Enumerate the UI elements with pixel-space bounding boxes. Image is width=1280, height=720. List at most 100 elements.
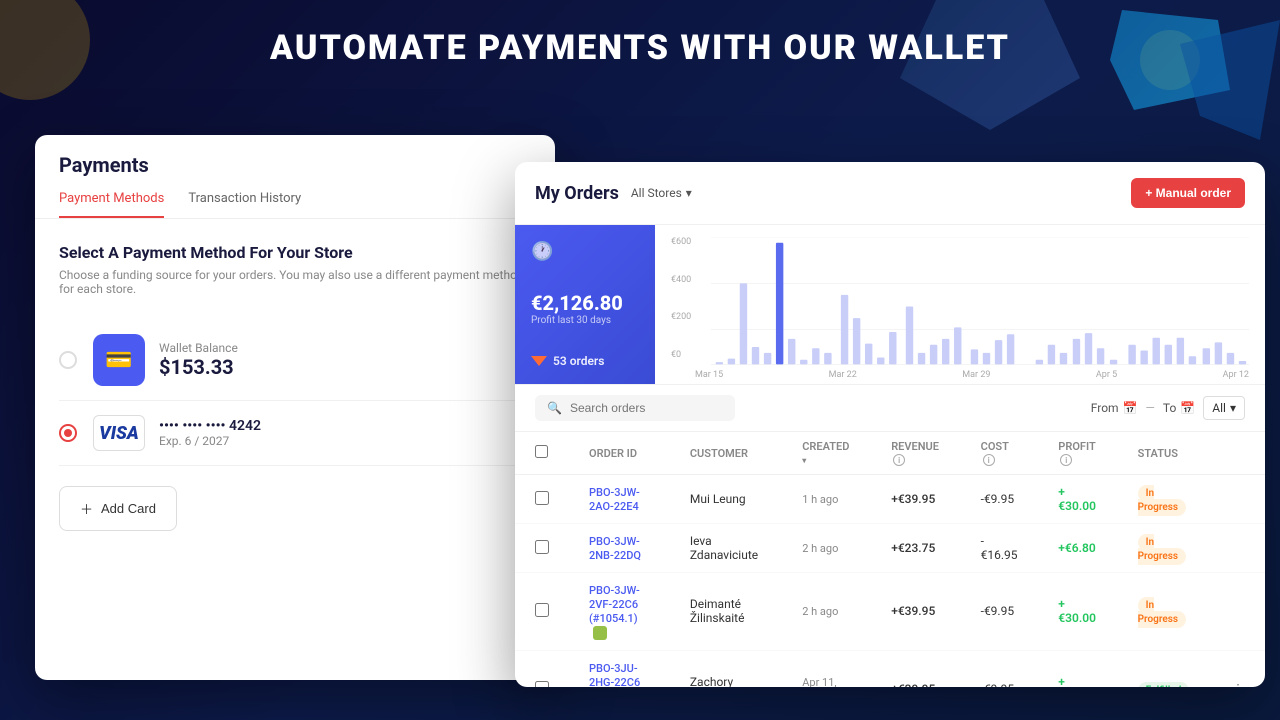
search-icon: 🔍 [547,401,562,415]
stats-card: 🕐 €2,126.80 Profit last 30 days 53 order… [515,225,655,384]
created-time: 2 h ago [802,542,838,555]
row-checkbox[interactable] [535,540,549,554]
add-card-label: Add Card [101,501,156,516]
store-selector[interactable]: All Stores ▾ [631,186,692,200]
chevron-down-icon: ▾ [686,186,692,200]
revenue-value: +€39.95 [891,604,935,618]
visa-logo: VISA [99,423,139,444]
col-created: CREATED ▾ [782,432,871,475]
status-filter-label: All [1212,401,1226,415]
wallet-info: Wallet Balance $153.33 [159,341,238,379]
customer-name: Mui Leung [690,492,746,506]
y-label-400: €400 [671,275,691,285]
payment-section-desc: Choose a funding source for your orders.… [59,268,531,296]
status-badge: In Progress [1138,597,1186,628]
row-menu-button[interactable]: ⋮ [1231,681,1245,687]
revenue-value: +€39.95 [891,682,935,687]
table-row: PBO-3JW-2NB-22DQ Ieva Zdanaviciute 2 h a… [515,524,1265,573]
orders-title: My Orders [535,183,619,204]
created-time: Apr 11, 13:00 [802,676,836,687]
customer-name: Deimanté Žilinskaité [690,597,745,625]
row-checkbox[interactable] [535,491,549,505]
col-profit: PROFIT i [1038,432,1117,475]
table-row: PBO-3JU-2HG-22C6 (#1052.1) Zachory Smith… [515,650,1265,687]
wallet-icon: 💳 [105,348,132,373]
orders-header: My Orders All Stores ▾ + Manual order [515,162,1265,225]
table-row: PBO-3JW-2AO-22E4 Mui Leung 1 h ago +€39.… [515,475,1265,524]
col-customer: CUSTOMER [670,432,782,475]
col-status: STATUS [1118,432,1211,475]
manual-order-button[interactable]: + Manual order [1131,178,1245,208]
stats-bottom: 53 orders [531,354,639,368]
wallet-label: Wallet Balance [159,341,238,355]
tab-payment-methods[interactable]: Payment Methods [59,191,164,218]
cost-value: -€9.95 [981,682,1014,687]
orders-panel: My Orders All Stores ▾ + Manual order 🕐 … [515,162,1265,687]
order-id-link[interactable]: PBO-3JW-2VF-22C6 (#1054.1) [589,584,640,625]
order-id-link[interactable]: PBO-3JU-2HG-22C6 (#1052.1) [589,662,640,687]
created-time: 2 h ago [802,605,838,618]
date-filters: From 📅 — To 📅 All ▾ [1091,396,1245,420]
to-label: To [1163,401,1176,415]
search-box[interactable]: 🔍 [535,395,735,421]
status-badge: In Progress [1138,485,1186,516]
wallet-method-row[interactable]: 💳 Wallet Balance $153.33 [59,320,531,401]
orders-table-wrapper: ORDER ID CUSTOMER CREATED ▾ REVENUE i CO… [515,432,1265,687]
wallet-radio[interactable] [59,351,77,369]
stats-amount: €2,126.80 [531,291,639,315]
profit-value: +€30.00 [1058,597,1096,625]
shopify-icon [593,626,607,640]
revenue-value: +€23.75 [891,541,935,555]
col-order-id: ORDER ID [569,432,670,475]
select-all-checkbox[interactable] [535,445,548,458]
status-badge: Fulfilled [1138,682,1190,687]
cost-value: -€16.95 [981,534,1018,562]
order-id-link[interactable]: PBO-3JW-2NB-22DQ [589,535,641,562]
col-revenue: REVENUE i [871,432,960,475]
row-checkbox[interactable] [535,603,549,617]
x-label-apr12: Apr 12 [1223,370,1249,380]
chart-x-labels: Mar 15 Mar 22 Mar 29 Apr 5 Apr 12 [695,370,1249,380]
calendar-to-icon: 📅 [1180,401,1195,415]
table-toolbar: 🔍 From 📅 — To 📅 All ▾ [515,385,1265,432]
payments-panel: Payments Payment Methods Transaction His… [35,135,555,680]
revenue-value: +€39.95 [891,492,935,506]
chart-y-labels: €600 €400 €200 €0 [671,237,691,360]
visa-icon-box: VISA [93,415,145,451]
status-filter[interactable]: All ▾ [1203,396,1245,420]
col-actions [1211,432,1265,475]
y-label-200: €200 [671,312,691,322]
customer-name: Zachory Smith [690,675,733,687]
card-number: •••• •••• •••• 4242 [159,418,261,434]
payment-section-title: Select A Payment Method For Your Store [59,243,531,262]
wallet-value: $153.33 [159,355,238,379]
search-input[interactable] [570,401,723,415]
x-label-mar29: Mar 29 [962,370,990,380]
profit-value: +€6.80 [1058,541,1095,555]
status-badge: In Progress [1138,534,1186,565]
card-method-row[interactable]: VISA •••• •••• •••• 4242 Exp. 6 / 2027 [59,401,531,466]
customer-name: Ieva Zdanaviciute [690,534,758,562]
x-label-apr5: Apr 5 [1096,370,1117,380]
y-label-0: €0 [671,350,691,360]
card-info: •••• •••• •••• 4242 Exp. 6 / 2027 [159,418,261,448]
card-expiry: Exp. 6 / 2027 [159,434,261,448]
card-radio[interactable] [59,424,77,442]
payments-title: Payments [59,153,531,177]
add-card-button[interactable]: ＋ Add Card [59,486,177,531]
tab-transaction-history[interactable]: Transaction History [188,191,301,218]
row-checkbox[interactable] [535,681,549,687]
from-filter[interactable]: From 📅 [1091,401,1138,415]
table-row: PBO-3JW-2VF-22C6 (#1054.1) Deimanté Žili… [515,573,1265,651]
to-filter[interactable]: To 📅 [1163,401,1195,415]
calendar-from-icon: 📅 [1123,401,1138,415]
clock-icon: 🕐 [531,241,639,262]
page-title: AUTOMATE PAYMENTS WITH OUR WALLET [0,28,1280,68]
order-id-link[interactable]: PBO-3JW-2AO-22E4 [589,486,640,513]
wallet-icon-box: 💳 [93,334,145,386]
stats-label: Profit last 30 days [531,315,639,326]
payments-header: Payments Payment Methods Transaction His… [35,135,555,219]
filter-separator: — [1146,401,1155,415]
chevron-down-icon: ▾ [1230,401,1236,415]
created-time: 1 h ago [802,493,838,506]
